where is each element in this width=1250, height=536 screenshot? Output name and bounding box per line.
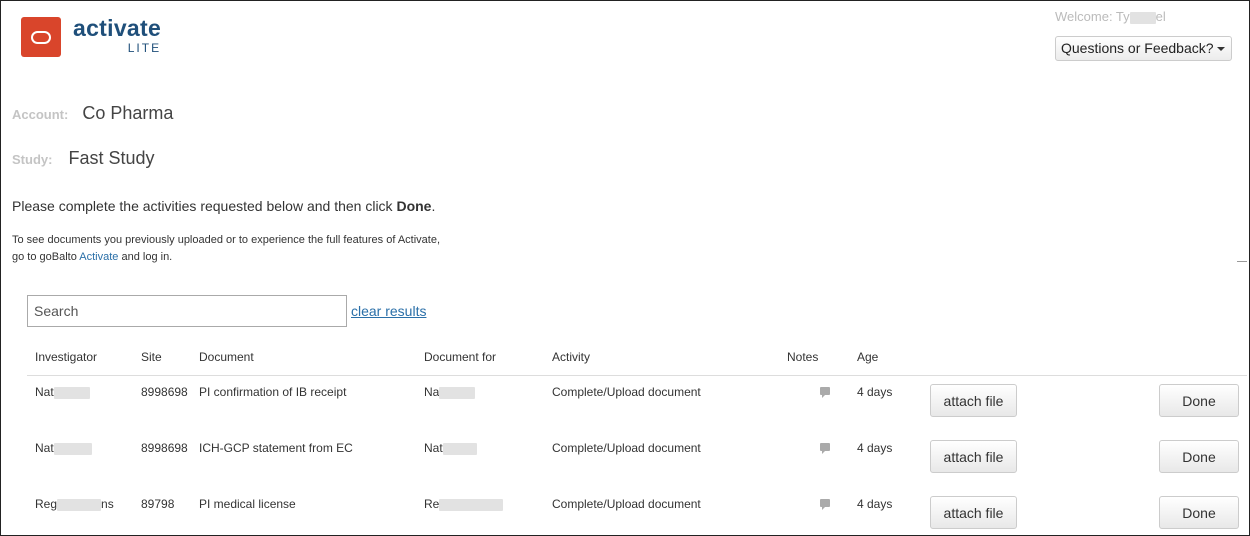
logo-title: activate xyxy=(73,15,162,41)
cell-activity: Complete/Upload document xyxy=(552,441,701,455)
header-document-for[interactable]: Document for xyxy=(424,350,496,364)
header-investigator[interactable]: Investigator xyxy=(35,350,97,364)
header-document[interactable]: Document xyxy=(199,350,254,364)
study-label: Study: xyxy=(12,152,53,167)
done-button[interactable]: Done xyxy=(1159,384,1239,417)
cell-investigator: Nat xyxy=(35,441,92,455)
redacted-name xyxy=(53,442,92,455)
done-button[interactable]: Done xyxy=(1159,440,1239,473)
feedback-label: Questions or Feedback? xyxy=(1061,40,1214,56)
done-emphasis: Done xyxy=(396,198,432,214)
cell-site: 8998698 xyxy=(141,385,188,399)
feedback-dropdown-button[interactable]: Questions or Feedback? xyxy=(1055,36,1232,61)
redacted-name xyxy=(1129,11,1156,24)
cell-document-for: Nat xyxy=(424,441,477,455)
header-age[interactable]: Age xyxy=(857,350,878,364)
notes-icon[interactable] xyxy=(820,499,830,510)
cell-document: ICH-GCP statement from EC xyxy=(199,441,353,455)
redacted-name xyxy=(442,442,477,455)
caret-down-icon xyxy=(1216,47,1225,52)
activate-link[interactable]: Activate xyxy=(79,251,118,263)
cell-document-for: Re xyxy=(424,497,504,511)
welcome-text: Welcome: Ty el xyxy=(1055,9,1166,24)
logo-mark-icon xyxy=(21,17,61,57)
cell-document-for: Na xyxy=(424,385,476,399)
welcome-prefix: Welcome: Ty xyxy=(1055,9,1130,24)
account-row: Account: Co Pharma xyxy=(12,103,173,124)
cell-document: PI medical license xyxy=(199,497,296,511)
study-value: Fast Study xyxy=(68,148,155,168)
header-notes[interactable]: Notes xyxy=(787,350,818,364)
attach-file-button[interactable]: attach file xyxy=(930,384,1017,417)
welcome-suffix: el xyxy=(1155,9,1166,24)
instructions-line1: To see documents you previously uploaded… xyxy=(12,234,441,246)
study-row: Study: Fast Study xyxy=(12,148,155,169)
instructions-secondary: To see documents you previously uploaded… xyxy=(12,232,440,266)
cell-investigator: Nat xyxy=(35,385,90,399)
activate-logo: activate LITE xyxy=(21,17,161,57)
notes-icon[interactable] xyxy=(820,443,830,454)
logo-subtitle: LITE xyxy=(127,41,162,55)
attach-file-button[interactable]: attach file xyxy=(930,496,1017,529)
table-row: Nat 8998698 ICH-GCP statement from EC Na… xyxy=(27,432,1247,488)
cell-investigator: Reg ns xyxy=(35,497,114,511)
table-row: Nat 8998698 PI confirmation of IB receip… xyxy=(27,376,1247,432)
table-row: Reg ns 89798 PI medical license Re Comple… xyxy=(27,488,1247,536)
notes-icon[interactable] xyxy=(820,387,830,398)
cell-document: PI confirmation of IB receipt xyxy=(199,385,347,399)
header-site[interactable]: Site xyxy=(141,350,162,364)
cell-age: 4 days xyxy=(857,385,893,399)
activities-table: Investigator Site Document Document for … xyxy=(27,341,1247,536)
redacted-name xyxy=(53,386,90,399)
divider-mark xyxy=(1237,261,1247,262)
cell-site: 8998698 xyxy=(141,441,188,455)
cell-age: 4 days xyxy=(857,497,893,511)
search-input[interactable] xyxy=(27,295,347,327)
redacted-name xyxy=(439,386,476,399)
redacted-name xyxy=(57,498,102,511)
cell-activity: Complete/Upload document xyxy=(552,385,701,399)
account-value: Co Pharma xyxy=(82,103,174,123)
account-label: Account: xyxy=(12,107,69,122)
cell-age: 4 days xyxy=(857,441,893,455)
redacted-name xyxy=(439,498,504,511)
cell-activity: Complete/Upload document xyxy=(552,497,701,511)
header-activity[interactable]: Activity xyxy=(552,350,590,364)
cell-site: 89798 xyxy=(141,497,175,511)
instructions-main: Please complete the activities requested… xyxy=(12,198,436,214)
table-header: Investigator Site Document Document for … xyxy=(27,341,1247,376)
done-button[interactable]: Done xyxy=(1159,496,1239,529)
clear-results-link[interactable]: clear results xyxy=(351,303,426,319)
instructions-line2: go to goBalto Activate and log in. xyxy=(12,251,173,263)
attach-file-button[interactable]: attach file xyxy=(930,440,1017,473)
